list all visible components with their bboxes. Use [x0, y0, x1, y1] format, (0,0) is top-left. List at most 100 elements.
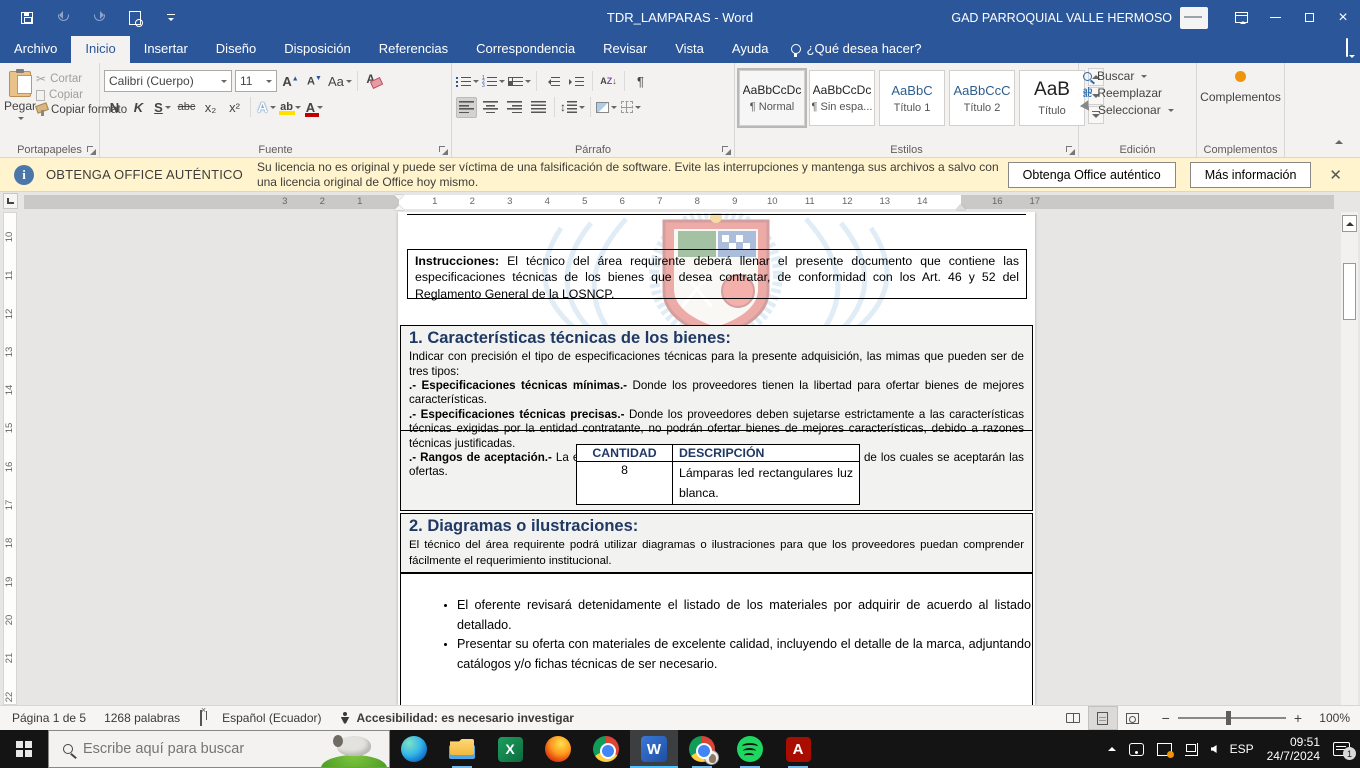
tray-expand-icon[interactable]	[1108, 743, 1116, 751]
text-highlight-button[interactable]: ab	[280, 97, 301, 118]
font-color-button[interactable]: A	[304, 97, 325, 118]
tab-archivo[interactable]: Archivo	[0, 36, 71, 63]
print-preview-button[interactable]	[124, 7, 146, 29]
clock[interactable]: 09:51 24/7/2024	[1267, 735, 1320, 763]
font-dialog-launcher[interactable]	[438, 145, 448, 155]
align-left-button[interactable]	[456, 97, 477, 118]
change-case-button[interactable]: Aa	[328, 71, 352, 92]
tab-vista[interactable]: Vista	[661, 36, 718, 63]
search-input[interactable]	[83, 741, 293, 757]
quantity-table[interactable]: CANTIDAD DESCRIPCIÓN 8 Lámparas led rect…	[576, 444, 860, 505]
style-card[interactable]: AaBbC Título 1	[879, 70, 945, 126]
text-effects-button[interactable]: A	[256, 97, 277, 118]
right-indent-marker[interactable]	[956, 199, 966, 210]
taskbar-app-spotify[interactable]	[726, 730, 774, 768]
addin-icon[interactable]	[1235, 71, 1246, 82]
replace-button[interactable]: abacReemplazar	[1083, 86, 1192, 100]
minimize-button[interactable]	[1258, 0, 1292, 35]
vertical-ruler[interactable]: 10111213141516171819202122	[3, 212, 17, 705]
horizontal-ruler[interactable]: 32112345678910111213141617	[24, 195, 1334, 209]
underline-button[interactable]: S	[152, 97, 173, 118]
hanging-indent-marker[interactable]	[394, 200, 404, 210]
language-indicator[interactable]: Español (Ecuador)	[213, 711, 330, 725]
decrease-indent-button[interactable]	[542, 71, 563, 92]
more-info-button[interactable]: Más información	[1190, 162, 1312, 188]
section2-box[interactable]: 2. Diagramas o ilustraciones: El técnico…	[400, 513, 1033, 573]
section1-box[interactable]: 1. Características técnicas de los biene…	[400, 325, 1033, 511]
word-count[interactable]: 1268 palabras	[95, 711, 189, 725]
tab-correspondencia[interactable]: Correspondencia	[462, 36, 589, 63]
scroll-up-button[interactable]	[1342, 215, 1357, 232]
read-mode-button[interactable]	[1058, 706, 1088, 730]
shading-button[interactable]	[596, 97, 617, 118]
taskbar-app-firefox[interactable]	[534, 730, 582, 768]
zoom-level[interactable]: 100%	[1312, 711, 1350, 725]
italic-button[interactable]: K	[128, 97, 149, 118]
align-right-button[interactable]	[504, 97, 525, 118]
get-genuine-office-button[interactable]: Obtenga Office auténtico	[1008, 162, 1176, 188]
ribbon-display-options-button[interactable]	[1224, 0, 1258, 35]
shrink-font-button[interactable]: A▼	[304, 71, 325, 92]
tab-diseno[interactable]: Diseño	[202, 36, 270, 63]
align-center-button[interactable]	[480, 97, 501, 118]
taskbar-app-chrome-profile[interactable]	[678, 730, 726, 768]
taskbar-app-edge[interactable]	[390, 730, 438, 768]
select-button[interactable]: Seleccionar	[1083, 103, 1192, 117]
tab-stop-selector[interactable]	[3, 193, 18, 209]
tab-ayuda[interactable]: Ayuda	[718, 36, 783, 63]
volume-icon[interactable]	[1211, 745, 1217, 753]
subscript-button[interactable]: x₂	[200, 97, 221, 118]
page-indicator[interactable]: Página 1 de 5	[0, 711, 95, 725]
network-icon[interactable]	[1185, 743, 1198, 756]
clipboard-dialog-launcher[interactable]	[86, 145, 96, 155]
style-card[interactable]: AaBbCcC Título 2	[949, 70, 1015, 126]
justify-button[interactable]	[528, 97, 549, 118]
tab-insertar[interactable]: Insertar	[130, 36, 202, 63]
font-size-combo[interactable]: 11	[235, 70, 277, 92]
taskbar-app-acrobat[interactable]: A	[774, 730, 822, 768]
bold-button[interactable]: N	[104, 97, 125, 118]
collapse-ribbon-button[interactable]	[1330, 135, 1348, 149]
taskbar-app-word[interactable]: W	[630, 730, 678, 768]
restore-button[interactable]	[1292, 0, 1326, 35]
taskbar-app-chrome[interactable]	[582, 730, 630, 768]
display-notification-icon[interactable]	[1157, 743, 1172, 756]
vertical-scrollbar[interactable]	[1341, 212, 1358, 705]
show-marks-button[interactable]: ¶	[630, 71, 651, 92]
undo-button[interactable]	[52, 7, 74, 29]
search-highlight-image[interactable]	[321, 731, 387, 767]
style-card[interactable]: AaBbCcDc ¶ Sin espa...	[809, 70, 875, 126]
web-layout-button[interactable]	[1118, 706, 1148, 730]
comments-button[interactable]	[1346, 39, 1348, 57]
redo-button[interactable]	[88, 7, 110, 29]
tab-inicio[interactable]: Inicio	[71, 36, 129, 63]
paragraph-dialog-launcher[interactable]	[721, 145, 731, 155]
notification-center-icon[interactable]: 1	[1333, 742, 1350, 756]
keyboard-language[interactable]: ESP	[1230, 742, 1254, 756]
taskbar-search[interactable]	[48, 730, 390, 768]
scrollbar-thumb[interactable]	[1343, 263, 1356, 320]
customize-quick-access-button[interactable]	[160, 7, 182, 29]
multilevel-list-button[interactable]	[508, 71, 531, 92]
borders-button[interactable]	[620, 97, 641, 118]
proofing-errors-button[interactable]	[189, 711, 213, 725]
zoom-in-button[interactable]: +	[1294, 710, 1302, 726]
instructions-box[interactable]: Instrucciones: El técnico del área requi…	[407, 249, 1027, 299]
start-button[interactable]	[0, 730, 48, 768]
meet-now-icon[interactable]	[1129, 743, 1144, 756]
tab-referencias[interactable]: Referencias	[365, 36, 462, 63]
font-name-combo[interactable]: Calibri (Cuerpo)	[104, 70, 232, 92]
avatar[interactable]	[1180, 7, 1208, 29]
strikethrough-button[interactable]: abc	[176, 97, 197, 118]
tab-disposicion[interactable]: Disposición	[270, 36, 364, 63]
addins-button[interactable]: Complementos	[1200, 90, 1281, 104]
accessibility-checker[interactable]: Accesibilidad: es necesario investigar	[331, 711, 583, 725]
zoom-slider[interactable]	[1178, 717, 1286, 719]
document-page[interactable]: Instrucciones: El técnico del área requi…	[398, 212, 1035, 705]
zoom-out-button[interactable]: −	[1162, 710, 1170, 726]
taskbar-app-file-explorer[interactable]	[438, 730, 486, 768]
bullet-section-box[interactable]: El oferente revisará detenidamente el li…	[400, 573, 1033, 705]
clear-formatting-button[interactable]	[363, 71, 384, 92]
sort-button[interactable]: AZ↓	[598, 71, 619, 92]
superscript-button[interactable]: x²	[224, 97, 245, 118]
